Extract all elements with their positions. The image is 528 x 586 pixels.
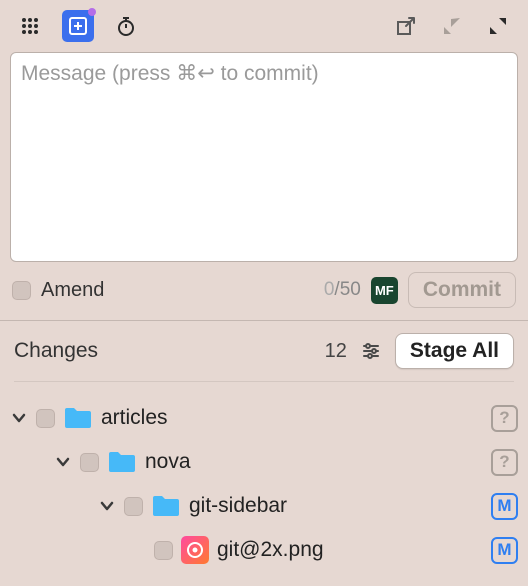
chevron-down-icon[interactable] [54,455,72,469]
tree-label: articles [101,406,168,430]
chevron-down-icon[interactable] [98,499,116,513]
tree-row-file[interactable]: git@2x.png M [10,528,518,572]
stopwatch-icon[interactable] [110,10,142,42]
commit-panel-icon[interactable] [62,10,94,42]
file-tree: articles ? nova ? git-sidebar M [0,382,528,572]
tree-label: git-sidebar [189,494,287,518]
status-badge-untracked: ? [491,405,518,432]
expand-out-icon[interactable] [482,10,514,42]
folder-icon [151,494,181,518]
stage-checkbox[interactable] [154,541,173,560]
commit-message-placeholder: Message (press ⌘↩ to commit) [21,61,507,86]
image-file-icon [181,536,209,564]
stage-checkbox[interactable] [80,453,99,472]
folder-icon [63,406,93,430]
avatar[interactable]: MF [371,277,398,304]
status-badge-untracked: ? [491,449,518,476]
changes-title: Changes [14,339,98,363]
filter-icon[interactable] [359,335,383,367]
amend-label: Amend [41,279,104,302]
folder-icon [107,450,137,474]
toolbar [0,0,528,52]
tree-row-folder[interactable]: git-sidebar M [10,484,518,528]
stage-checkbox[interactable] [124,497,143,516]
commit-button[interactable]: Commit [408,272,516,308]
tree-row-folder[interactable]: articles ? [10,396,518,440]
collapse-in-icon[interactable] [436,10,468,42]
status-badge-modified: M [491,537,518,564]
notification-dot [88,8,96,16]
chevron-down-icon[interactable] [10,411,28,425]
stage-all-button[interactable]: Stage All [395,333,514,369]
status-badge-modified: M [491,493,518,520]
tree-label: git@2x.png [217,538,324,562]
grid-handle-icon[interactable] [14,10,46,42]
tree-row-folder[interactable]: nova ? [10,440,518,484]
char-counter: 0/50 [324,279,361,301]
changes-header: Changes 12 Stage All [0,321,528,381]
incoming-icon[interactable] [390,10,422,42]
commit-message-input[interactable]: Message (press ⌘↩ to commit) [10,52,518,262]
commit-area: Message (press ⌘↩ to commit) Amend 0/50 … [0,52,528,320]
amend-checkbox[interactable] [12,281,31,300]
tree-label: nova [145,450,191,474]
changes-count: 12 [325,340,347,363]
stage-checkbox[interactable] [36,409,55,428]
